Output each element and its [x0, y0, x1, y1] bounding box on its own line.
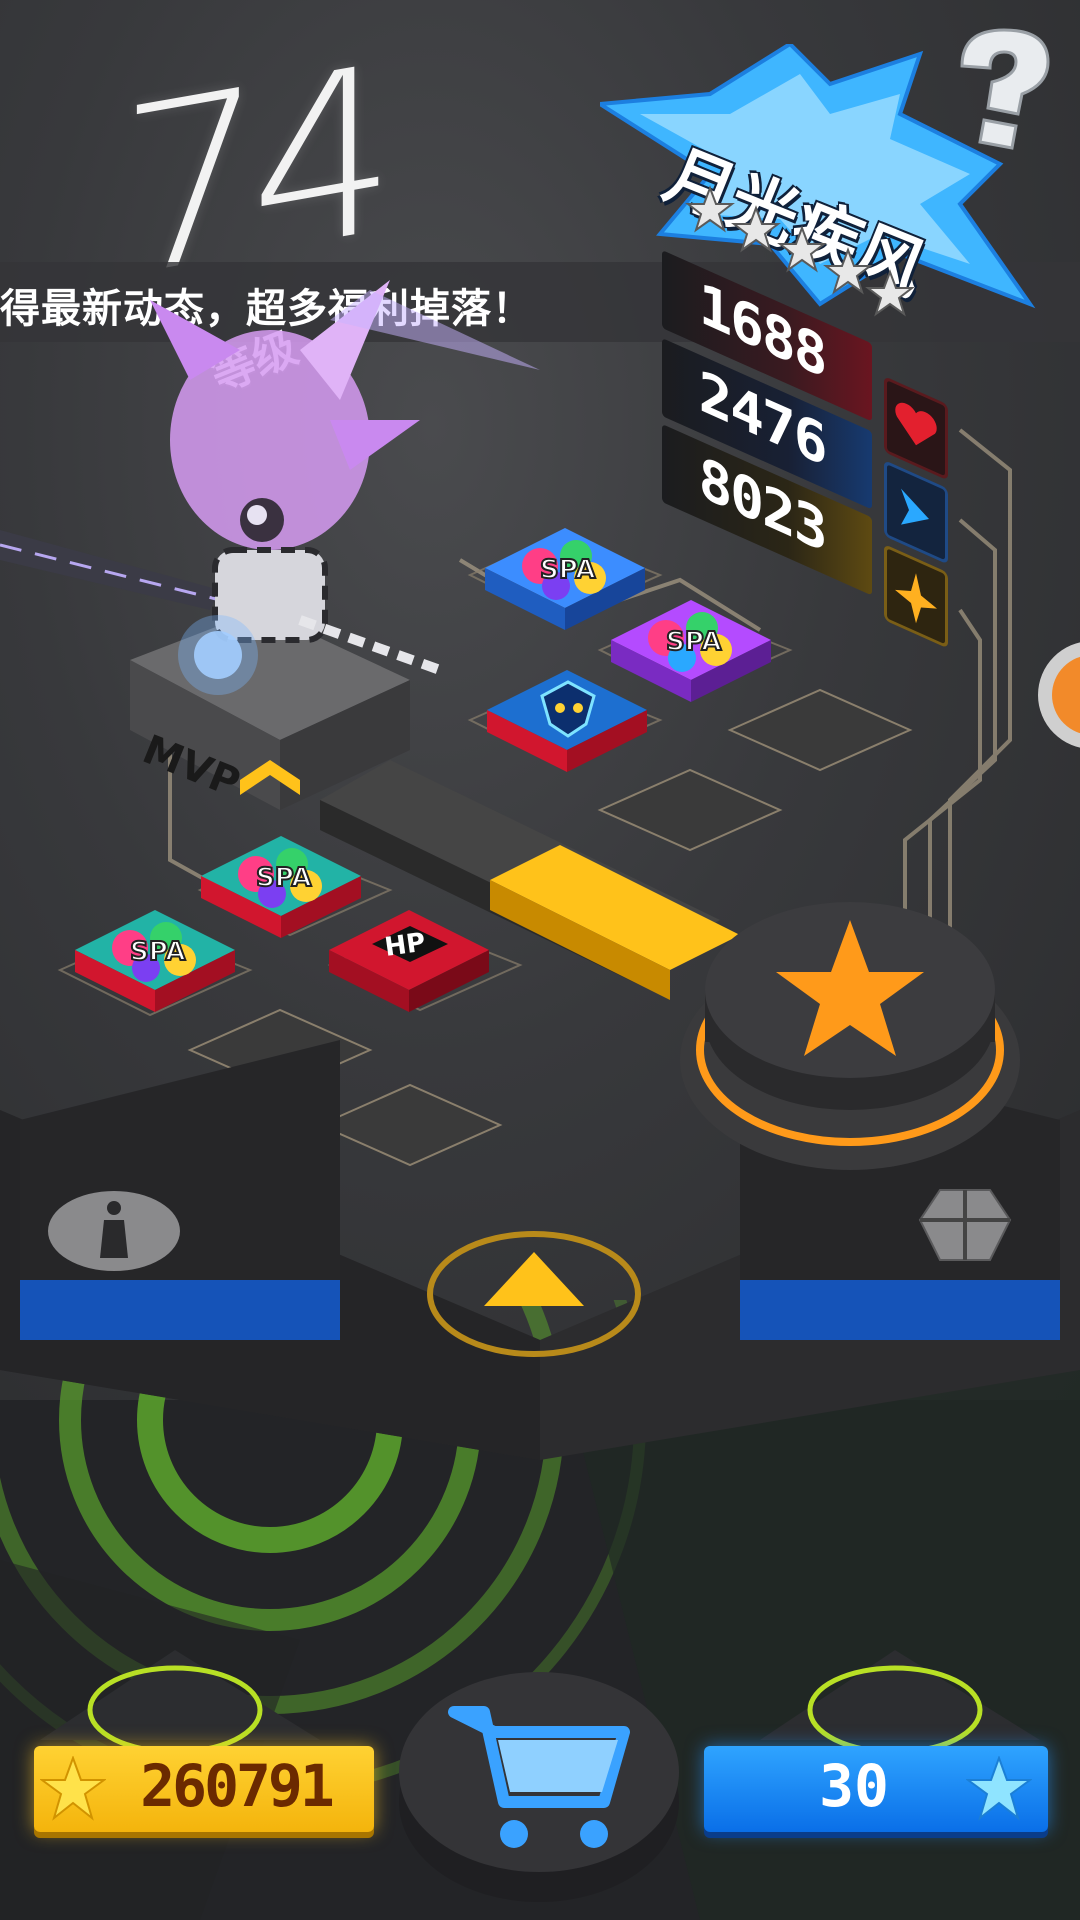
empty-slot — [597, 768, 783, 852]
gem-counter[interactable]: 30 — [704, 1746, 1048, 1832]
side-menu-button[interactable] — [1036, 640, 1080, 750]
empty-slot — [317, 1083, 503, 1167]
hp-tile-label: HP — [383, 928, 428, 963]
info-button[interactable] — [44, 1186, 184, 1276]
rating-star — [823, 247, 873, 295]
play-button[interactable] — [670, 880, 1030, 1180]
shop-button[interactable] — [394, 1652, 684, 1902]
rating-star — [731, 205, 781, 253]
coin-value: 260791 — [140, 1752, 335, 1820]
help-button[interactable] — [944, 22, 1060, 152]
rating-star — [685, 185, 735, 233]
star-icon — [966, 1756, 1032, 1821]
gamepad-icon — [918, 1189, 1012, 1261]
mod-tile-red-shield[interactable] — [482, 660, 652, 780]
arrow-up-icon — [484, 1252, 584, 1306]
mod-tile-label: SPA — [540, 555, 596, 585]
coin-counter[interactable]: 260791 — [34, 1746, 374, 1832]
mod-tile-red-b[interactable]: SPA — [70, 900, 240, 1020]
star-icon — [40, 1756, 106, 1821]
hp-tile[interactable]: HP — [324, 900, 494, 1020]
gamepad-button[interactable] — [910, 1180, 1020, 1270]
upgrade-button[interactable] — [424, 1224, 644, 1364]
question-mark-icon — [960, 28, 1050, 150]
mod-tile-label: SPA — [666, 627, 722, 657]
mod-tile-label: SPA — [130, 937, 186, 967]
rating-star — [865, 269, 914, 317]
mod-tile-label: SPA — [256, 863, 312, 893]
gem-value: 30 — [819, 1752, 889, 1820]
rating-star — [777, 225, 827, 273]
